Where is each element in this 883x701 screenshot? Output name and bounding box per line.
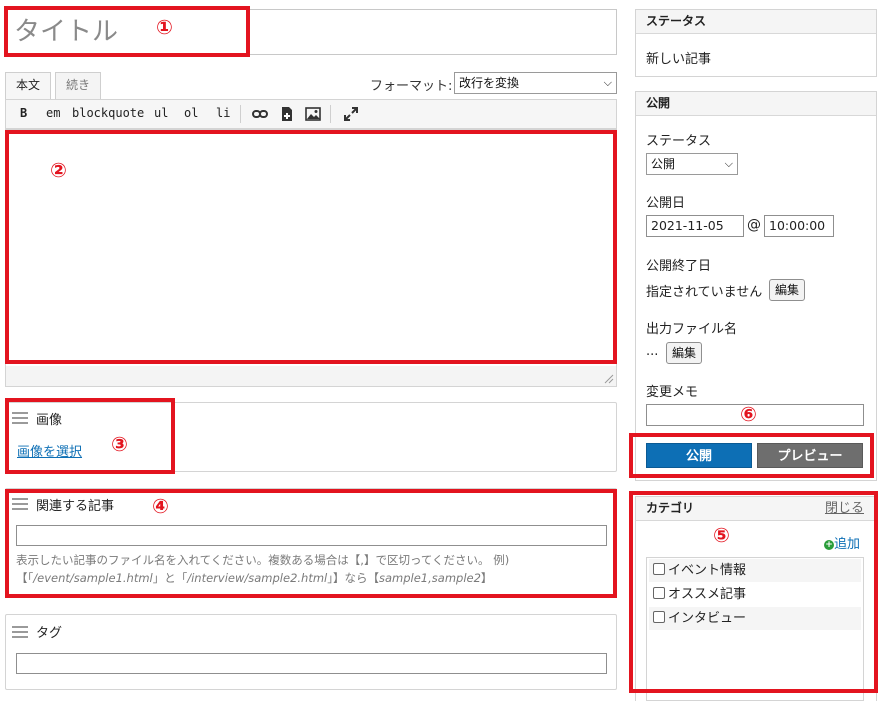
memo-label: 変更メモ <box>646 385 699 400</box>
related-hint: 表示したい記事のファイル名を入れてください。複数ある場合は【,】で区切ってくださ… <box>16 553 510 585</box>
status-box: ステータス 新しい記事 <box>635 9 877 77</box>
preview-button[interactable]: プレビュー <box>757 443 863 468</box>
annotation-number-1: ① <box>156 15 173 39</box>
publish-button[interactable]: 公開 <box>646 443 752 468</box>
format-select[interactable]: 改行を変換 ⌵ <box>454 72 617 94</box>
fullscreen-icon[interactable] <box>343 106 359 122</box>
at-sign: @ <box>747 217 761 233</box>
drag-handle-icon[interactable] <box>12 412 28 427</box>
publish-time-input[interactable]: 10:00:00 <box>764 215 834 237</box>
drag-handle-icon[interactable] <box>12 498 28 513</box>
annotation-number-2: ② <box>50 158 67 182</box>
editor-resize-bar <box>5 366 617 387</box>
publish-date-label: 公開日 <box>646 196 686 211</box>
checkbox[interactable] <box>653 587 665 599</box>
select-image-link[interactable]: 画像を選択 <box>17 441 82 460</box>
em-button[interactable]: em <box>46 106 60 120</box>
end-date-value: 指定されていません <box>646 285 763 300</box>
bold-button[interactable]: B <box>20 106 27 120</box>
category-list: イベント情報 オススメ記事 インタビュー <box>646 557 864 701</box>
related-box-title: 関連する記事 <box>36 499 115 514</box>
tag-box-title: タグ <box>36 626 63 641</box>
format-label: フォーマット: <box>370 79 453 94</box>
annotation-number-4: ④ <box>152 494 169 518</box>
related-articles-box: 関連する記事 表示したい記事のファイル名を入れてください。複数ある場合は【,】で… <box>5 488 617 598</box>
filename-value: ... <box>646 344 659 359</box>
ol-button[interactable]: ol <box>184 106 198 120</box>
tab-continued[interactable]: 続き <box>55 72 102 99</box>
drag-handle-icon[interactable] <box>12 626 28 641</box>
checkbox[interactable] <box>653 611 665 623</box>
image-box: 画像 画像を選択 <box>5 402 617 472</box>
tag-input[interactable] <box>16 653 607 674</box>
publish-status-value: 公開 <box>651 157 676 171</box>
title-input[interactable]: タイトル <box>5 9 617 55</box>
resize-handle-icon[interactable] <box>604 374 614 384</box>
format-value: 改行を変換 <box>459 76 520 90</box>
link-icon[interactable] <box>252 106 268 122</box>
editor-toolbar: B em blockquote ul ol li <box>5 99 617 129</box>
category-item[interactable]: オススメ記事 <box>649 583 861 606</box>
publish-date-input[interactable]: 2021-11-05 <box>646 215 744 237</box>
category-close-link[interactable]: 閉じる <box>825 497 864 520</box>
li-button[interactable]: li <box>216 106 230 120</box>
status-value: 新しい記事 <box>646 52 712 67</box>
tag-box: タグ <box>5 614 617 690</box>
category-item[interactable]: インタビュー <box>649 607 861 630</box>
related-articles-input[interactable] <box>16 525 607 546</box>
tab-body[interactable]: 本文 <box>5 72 52 99</box>
publish-box-header: 公開 <box>636 92 876 116</box>
body-editor[interactable] <box>5 129 617 387</box>
annotation-number-3: ③ <box>111 432 128 456</box>
image-icon[interactable] <box>305 106 321 122</box>
ul-button[interactable]: ul <box>154 106 168 120</box>
filename-edit-button[interactable]: 編集 <box>666 342 703 364</box>
category-box-header: カテゴリ 閉じる <box>636 497 876 521</box>
file-insert-icon[interactable] <box>279 106 295 122</box>
annotation-number-6: ⑥ <box>740 402 757 426</box>
annotation-number-5: ⑤ <box>713 523 730 547</box>
filename-label: 出力ファイル名 <box>646 322 738 337</box>
image-box-title: 画像 <box>36 413 63 428</box>
chevron-down-icon: ⌵ <box>724 157 733 170</box>
add-circle-icon: + <box>824 540 834 550</box>
end-date-label: 公開終了日 <box>646 259 712 274</box>
chevron-down-icon: ⌵ <box>603 76 612 89</box>
blockquote-button[interactable]: blockquote <box>72 106 144 120</box>
end-date-edit-button[interactable]: 編集 <box>769 279 806 301</box>
checkbox[interactable] <box>653 563 665 575</box>
publish-status-select[interactable]: 公開 ⌵ <box>646 153 738 175</box>
category-add-link[interactable]: +追加 <box>824 533 860 552</box>
publish-status-label: ステータス <box>646 134 712 149</box>
status-box-header: ステータス <box>636 10 876 34</box>
category-item[interactable]: イベント情報 <box>649 559 861 582</box>
